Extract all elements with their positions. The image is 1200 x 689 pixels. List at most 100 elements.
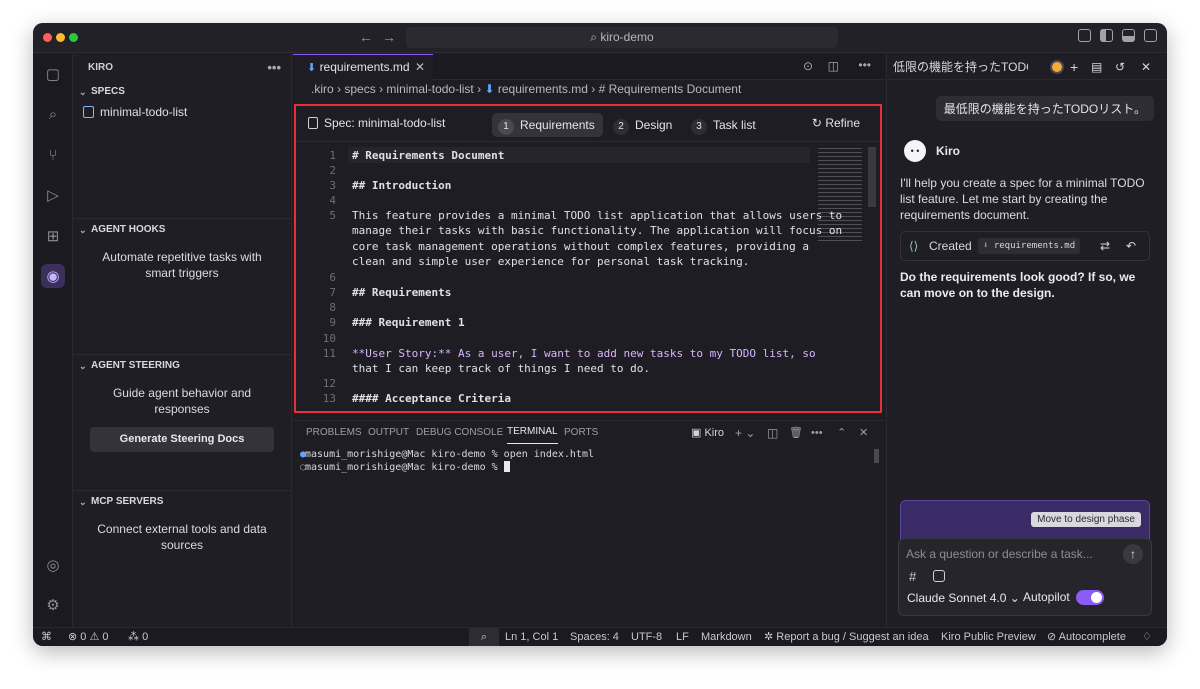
minimize-window-button[interactable] <box>56 33 65 42</box>
more-actions-icon[interactable]: ••• <box>267 54 281 81</box>
tab-requirements-md[interactable]: ⬇ requirements.md ✕ <box>293 54 433 80</box>
step-number: 2 <box>613 119 629 135</box>
agent-hooks-header[interactable]: ⌄ AGENT HOOKS <box>73 219 291 241</box>
spec-editor-highlight: Spec: minimal-todo-list 1 Requirements 2D… <box>294 104 882 413</box>
tab-terminal[interactable]: TERMINAL <box>507 421 558 444</box>
spec-item-label: minimal-todo-list <box>100 105 188 119</box>
preview-icon[interactable]: ⊙ <box>803 59 813 73</box>
breadcrumb-item[interactable]: requirements.md <box>498 82 588 96</box>
kiro-avatar-icon: • • <box>904 140 926 162</box>
report-bug[interactable]: ✲ Report a bug / Suggest an idea <box>764 628 929 646</box>
step-task-list[interactable]: 3 Task list <box>685 113 764 137</box>
source-control-icon[interactable]: ⑂ <box>41 143 65 167</box>
split-editor-icon[interactable]: ◫ <box>828 59 839 73</box>
line-number: 7 <box>329 286 336 299</box>
more-actions-icon[interactable]: ••• <box>858 58 871 72</box>
specs-section-header[interactable]: ⌄ SPECS <box>73 81 291 103</box>
close-panel-icon[interactable]: ✕ <box>859 421 868 445</box>
tab-output[interactable]: OUTPUT <box>368 421 409 445</box>
ports-status[interactable]: ⁂ 0 <box>128 628 148 646</box>
remote-icon[interactable]: ⌘ <box>41 628 52 646</box>
spec-item-minimal-todo-list[interactable]: minimal-todo-list <box>73 103 291 121</box>
chat-tab-title[interactable]: 低限の機能を持ったTODO... <box>893 54 1028 80</box>
account-icon[interactable]: ◎ <box>41 553 65 577</box>
terminal-line: ○ masumi_morishige@Mac kiro-demo % <box>300 461 885 474</box>
action-bar: Move to design phase <box>900 500 1150 540</box>
agent-hooks-title: AGENT HOOKS <box>91 224 166 235</box>
toggle-switch[interactable] <box>1075 590 1104 606</box>
image-attach-icon[interactable] <box>933 570 945 582</box>
trash-icon[interactable]: 🗑 <box>789 421 803 445</box>
chat-list-icon[interactable]: ▤ <box>1091 54 1102 80</box>
created-file-chip[interactable]: ⬇ requirements.md <box>978 238 1081 254</box>
panel-tabs: PROBLEMS OUTPUT DEBUG CONSOLE TERMINAL P… <box>293 421 885 445</box>
command-search[interactable]: ⌕ kiro-demo <box>406 27 838 48</box>
breadcrumb-item[interactable]: minimal-todo-list <box>386 82 473 96</box>
explorer-icon[interactable]: ▢ <box>41 62 65 86</box>
run-debug-icon[interactable]: ▷ <box>41 183 65 207</box>
encoding[interactable]: UTF-8 <box>631 628 662 646</box>
problems-status[interactable]: ⊗ 0 ⚠ 0 <box>68 628 109 646</box>
toggle-panel-icon[interactable] <box>1122 29 1135 42</box>
autopilot-toggle[interactable]: Autopilot <box>1023 590 1104 606</box>
toggle-sidebar-icon[interactable] <box>1100 29 1113 42</box>
revert-icon[interactable]: ↶ <box>1126 232 1136 260</box>
new-chat-icon[interactable]: + <box>1070 54 1078 80</box>
code-line: core task management operations without … <box>296 239 810 254</box>
model-selector[interactable]: Claude Sonnet 4.0 ⌄ <box>907 591 1020 605</box>
zoom-window-button[interactable] <box>69 33 78 42</box>
terminal-output[interactable]: ● masumi_morishige@Mac kiro-demo % open i… <box>293 448 885 474</box>
settings-gear-icon[interactable]: ⚙ <box>41 593 65 617</box>
send-arrow-icon[interactable]: ↑ <box>1123 544 1143 564</box>
chat-input[interactable]: Ask a question or describe a task... <box>906 547 1093 561</box>
breadcrumb: .kiro › specs › minimal-todo-list › ⬇ re… <box>293 80 885 99</box>
code-editor[interactable]: 1 # Requirements Document 2 3 ## Introduct… <box>296 143 880 411</box>
line-ending[interactable]: LF <box>676 628 689 646</box>
breadcrumb-item[interactable]: specs <box>344 82 375 96</box>
breadcrumb-item[interactable]: .kiro <box>311 82 334 96</box>
model-name: Claude Sonnet 4.0 <box>907 591 1007 605</box>
indentation[interactable]: Spaces: 4 <box>570 628 619 646</box>
kiro-preview[interactable]: Kiro Public Preview <box>941 628 1036 646</box>
terminal-selector[interactable]: ▣ Kiro <box>691 421 724 445</box>
language-mode[interactable]: Markdown <box>701 628 752 646</box>
kiro-ghost-icon[interactable]: ◉ <box>41 264 65 288</box>
search-icon[interactable]: ⌕ <box>41 102 65 126</box>
move-to-design-button[interactable]: Move to design phase <box>1031 512 1141 527</box>
close-chat-icon[interactable]: ✕ <box>1141 54 1151 80</box>
step-requirements[interactable]: 1 Requirements <box>492 113 603 137</box>
breadcrumb-item[interactable]: # Requirements Document <box>599 82 742 96</box>
zoom-search-icon[interactable]: ⌕ <box>469 628 499 646</box>
split-terminal-icon[interactable]: ◫ <box>767 421 778 445</box>
editor-scrollbar[interactable] <box>868 147 876 207</box>
autocomplete-status[interactable]: ⊘ Autocomplete <box>1047 628 1126 646</box>
new-terminal-icon[interactable]: + ⌄ <box>735 421 755 445</box>
chevron-up-icon[interactable]: ⌃ <box>837 421 846 445</box>
step-design[interactable]: 2 Design <box>607 113 680 137</box>
more-actions-icon[interactable]: ••• <box>811 421 823 445</box>
open-diff-icon[interactable]: ⇄ <box>1100 232 1110 260</box>
mcp-servers-header[interactable]: ⌄ MCP SERVERS <box>73 491 291 513</box>
notifications-bell-icon[interactable]: ♢ <box>1142 628 1152 646</box>
chat-input-box: Ask a question or describe a task... ↑ #… <box>898 538 1152 616</box>
line-content: manage their tasks with basic functional… <box>352 224 843 237</box>
history-icon[interactable]: ↺ <box>1115 54 1125 80</box>
terminal-scrollbar[interactable] <box>874 449 879 463</box>
forward-arrow-icon[interactable]: → <box>382 29 396 45</box>
toggle-secondary-sidebar-icon[interactable] <box>1144 29 1157 42</box>
extensions-icon[interactable]: ⊞ <box>41 224 65 248</box>
customize-layout-icon[interactable] <box>1078 29 1091 42</box>
tab-debug-console[interactable]: DEBUG CONSOLE <box>416 421 503 445</box>
created-file-card[interactable]: ⟨⟩ Created ⬇ requirements.md ⇄ ↶ <box>900 231 1150 261</box>
close-tab-icon[interactable]: ✕ <box>415 55 425 80</box>
tab-ports[interactable]: PORTS <box>564 421 598 445</box>
generate-steering-docs-button[interactable]: Generate Steering Docs <box>90 427 274 452</box>
close-window-button[interactable] <box>43 33 52 42</box>
agent-steering-header[interactable]: ⌄ AGENT STEERING <box>73 355 291 377</box>
refine-button[interactable]: ↻ Refine <box>812 116 860 130</box>
terminal-name: Kiro <box>704 427 725 439</box>
back-arrow-icon[interactable]: ← <box>359 29 373 45</box>
tab-problems[interactable]: PROBLEMS <box>306 421 362 445</box>
hash-context-icon[interactable]: # <box>909 569 916 584</box>
cursor-position[interactable]: Ln 1, Col 1 <box>505 628 558 646</box>
